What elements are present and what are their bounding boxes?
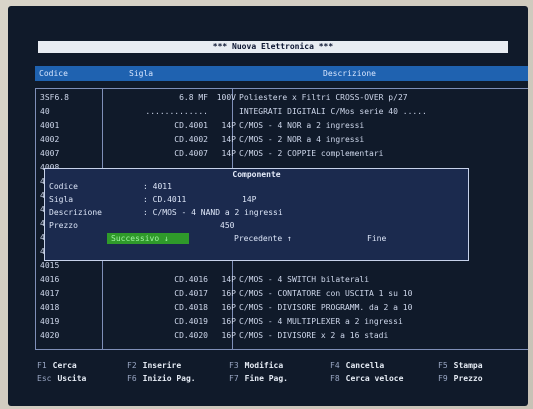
cell-descrizione: Poliestere x Filtri CROSS-OVER p/27 [239,93,408,102]
cell-descrizione: C/MOS - DIVISORE PROGRAMM. da 2 a 10 [239,303,413,312]
cell-package: 14P [221,121,236,130]
prezzo-label: Prezzo [49,221,78,230]
fkey-esc[interactable]: Esc Uscita [37,373,86,385]
header-descrizione[interactable]: Descrizione [323,66,376,81]
cell-descrizione: C/MOS - 4 MULTIPLEXER a 2 ingressi [239,317,403,326]
header-sigla[interactable]: Sigla [129,66,153,81]
table-row[interactable]: 4019 CD.4019 16P C/MOS - 4 MULTIPLEXER a 2 … [36,317,528,327]
app-title: *** Nuova Elettronica *** [38,41,508,53]
cell-package: 14P [221,275,236,284]
cell-package: 14P [221,149,236,158]
cell-codice: 4017 [40,289,60,298]
table-row[interactable]: 3SF6.8 6.8 MF 100V Poliestere x Filtri CROS… [36,93,528,103]
sigla-label: Sigla [49,195,74,204]
cell-codice: 4019 [40,317,60,326]
cell-codice: 4016 [40,275,60,284]
cell-package: 16P [221,303,236,312]
descrizione-value[interactable]: : C/MOS - 4 NAND a 2 ingressi [143,207,283,218]
terminal-screen: *** Nuova Elettronica *** Codice Sigla D… [8,6,528,406]
table-row[interactable]: 4007 CD.4007 14P C/MOS - 2 COPPIE complemen… [36,149,528,159]
table-row[interactable]: 4002 CD.4002 14P C/MOS - 2 NOR a 4 ingressi [36,135,528,145]
cell-descrizione: C/MOS - 2 COPPIE complementari [239,149,384,158]
cell-descrizione: C/MOS - 4 SWITCH bilaterali [239,275,370,284]
cell-codice: 4007 [40,149,60,158]
table-row[interactable]: 4017 CD.4017 16P C/MOS - CONTATORE con USCI… [36,289,528,299]
table-row[interactable]: 40............. INTEGRATI DIGITALI C/Mos … [36,107,528,117]
cell-codice: 4002 [40,135,60,144]
fkey-f7[interactable]: F7 Fine Pag. [229,373,288,385]
cell-descrizione: C/MOS - CONTATORE con USCITA 1 su 10 [239,289,413,298]
fkey-f4[interactable]: F4 Cancella [330,360,384,372]
fkey-f9[interactable]: F9 Prezzo [438,373,483,385]
fkey-f5[interactable]: F5 Stampa [438,360,483,372]
cell-descrizione: C/MOS - DIVISORE x 2 a 16 stadi [239,331,389,340]
cell-package: 16P [221,317,236,326]
precedente-button[interactable]: Precedente ↑ [230,233,296,244]
cell-codice: 3SF6.8 [40,93,69,102]
cell-package: 16P [221,289,236,298]
fkey-f3[interactable]: F3 Modifica [229,360,283,372]
codice-value[interactable]: : 4011 [143,181,172,192]
cell-codice: 4018 [40,303,60,312]
cell-package: 100V [216,93,236,102]
fkey-f1[interactable]: F1 Cerca [37,360,77,372]
cell-descrizione: C/MOS - 4 NOR a 2 ingressi [239,121,365,130]
table-row[interactable]: 4018 CD.4018 16P C/MOS - DIVISORE PROGRAMM.… [36,303,528,313]
sigla-package: 14P [242,195,257,204]
fkey-f6[interactable]: F6 Inizio Pag. [127,373,196,385]
sigla-value[interactable]: : CD.4011 [143,194,186,205]
prezzo-value[interactable]: 450 [220,220,234,231]
codice-label: Codice [49,182,78,191]
fkey-f8[interactable]: F8 Cerca veloce [330,373,403,385]
fine-button[interactable]: Fine [363,233,390,244]
successivo-button[interactable]: Successivo ↓ [107,233,189,244]
descrizione-label: Descrizione [49,208,102,217]
cell-codice: 4001 [40,121,60,130]
table-header: Codice Sigla Descrizione [35,66,528,81]
cell-codice: 40 [40,107,50,116]
table-row[interactable]: 4015 [36,261,528,271]
function-key-bar: F1 Cerca F2 Inserire F3 Modifica F4 Cancella… [35,360,528,396]
cell-descrizione: C/MOS - 2 NOR a 4 ingressi [239,135,365,144]
table-row[interactable]: 4001 CD.4001 14P C/MOS - 4 NOR a 2 ingressi [36,121,528,131]
cell-sigla: ............. [145,107,208,116]
cell-package: 14P [221,135,236,144]
component-dialog: Componente Codice : 4011 Sigla : CD.4011… [44,168,469,261]
table-row[interactable]: 4016 CD.4016 14P C/MOS - 4 SWITCH bilateral… [36,275,528,285]
fkey-f2[interactable]: F2 Inserire [127,360,181,372]
cell-package: 16P [221,331,236,340]
header-codice[interactable]: Codice [39,66,68,81]
cell-codice: 4020 [40,331,60,340]
table-row[interactable]: 4020 CD.4020 16P C/MOS - DIVISORE x 2 a 16 … [36,331,528,341]
cell-descrizione: INTEGRATI DIGITALI C/Mos serie 40 ..... [239,107,427,116]
dialog-title: Componente [232,170,281,179]
